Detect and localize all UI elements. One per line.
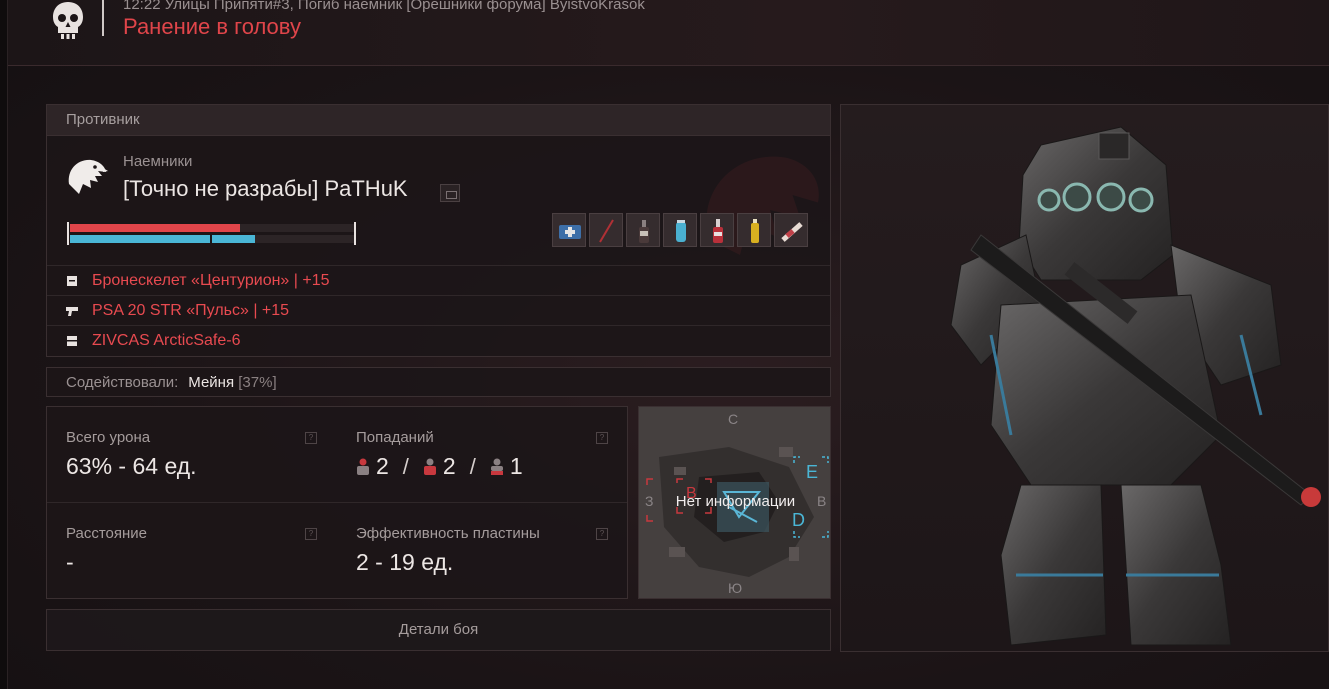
map-zone-e-label: E — [806, 462, 819, 482]
head-hits-count: 2 — [376, 453, 389, 479]
equipment-row-container[interactable]: ZIVCAS ArcticSafe-6 — [47, 325, 830, 355]
consumables-row — [552, 213, 808, 247]
spray-can-icon[interactable] — [663, 213, 697, 247]
map-zone-d-label: D — [792, 510, 805, 530]
copy-icon[interactable] — [440, 184, 460, 202]
syringe-icon[interactable] — [774, 213, 808, 247]
red-bottle-icon[interactable] — [700, 213, 734, 247]
pistol-icon — [66, 306, 78, 316]
plate-efficiency-value: 2 - 19 ед. — [356, 549, 454, 575]
character-preview[interactable] — [840, 104, 1329, 652]
assist-player-name[interactable]: Мейня — [188, 374, 234, 391]
map-south-label: Ю — [728, 580, 743, 596]
kill-header: 12:22 Улицы Припяти#3, Погиб наемник [Ор… — [8, 0, 1329, 66]
armor-bar — [70, 235, 354, 243]
kill-title: Ранение в голову — [123, 14, 301, 39]
equipment-row-armor[interactable]: Бронескелет «Центурион» | +15 — [47, 265, 830, 295]
minimap[interactable]: С Ю З В B E D Нет информации — [638, 406, 831, 599]
equipment-container-label: ZIVCAS ArcticSafe-6 — [92, 331, 241, 349]
total-damage-label: Всего урона — [66, 429, 151, 446]
armor-bar-fill — [70, 235, 255, 243]
enemy-faction: Наемники — [123, 153, 193, 170]
medkit-icon[interactable] — [552, 213, 586, 247]
stat-plate-efficiency: Эффективность пластины 2 - 19 ед. — [356, 525, 540, 576]
eagle-faction-icon — [68, 159, 108, 194]
head-hit-icon — [357, 458, 369, 475]
hits-values: 2 / 2 / 1 — [356, 453, 523, 480]
distance-value: - — [66, 549, 74, 575]
bar-left-tick — [67, 222, 69, 245]
container-icon — [67, 335, 77, 346]
left-edge — [0, 0, 8, 689]
bottle-dark-icon[interactable] — [626, 213, 660, 247]
hits-separator: / — [469, 453, 476, 479]
plate-efficiency-label: Эффективность пластины — [356, 525, 540, 542]
faction-watermark-icon — [706, 156, 819, 255]
help-icon[interactable]: ? — [305, 528, 317, 540]
help-icon[interactable]: ? — [305, 432, 317, 444]
help-icon[interactable]: ? — [596, 432, 608, 444]
hits-separator: / — [402, 453, 409, 479]
stats-panel: Всего урона 63% - 64 ед. ? Попаданий 2 /… — [46, 406, 628, 599]
assist-percent: [37%] — [238, 374, 277, 391]
battle-details-button[interactable]: Детали боя — [46, 609, 831, 651]
map-no-info: Нет информации — [675, 493, 796, 510]
health-bar — [70, 224, 354, 232]
kill-subtitle: 12:22 Улицы Припяти#3, Погиб наемник [Ор… — [123, 0, 645, 13]
map-north-label: С — [728, 411, 739, 427]
assist-label: Содействовали: — [66, 374, 179, 391]
distance-label: Расстояние — [66, 525, 148, 542]
armor-icon — [67, 275, 77, 286]
status-bars — [67, 222, 356, 245]
stats-divider — [47, 502, 627, 503]
header-divider — [102, 0, 104, 36]
stat-distance: Расстояние - — [66, 525, 147, 576]
equipment-armor-label: Бронескелет «Центурион» | +15 — [92, 271, 330, 289]
enemy-section-label: Противник — [47, 105, 830, 136]
stat-hits: Попаданий 2 / 2 / 1 — [356, 429, 523, 480]
body-hit-icon — [423, 458, 436, 475]
enemy-panel: Противник Наемники [Точно не разрабы] Pa… — [46, 104, 831, 357]
yellow-tube-icon[interactable] — [737, 213, 771, 247]
limb-hits-count: 1 — [509, 453, 523, 479]
body-hits-count: 2 — [442, 453, 456, 479]
armored-character-image — [950, 126, 1321, 646]
bar-right-tick — [354, 222, 356, 245]
enemy-name: [Точно не разрабы] PaTHuK — [123, 176, 408, 201]
equipment-weapon-label: PSA 20 STR «Пульс» | +15 — [92, 301, 290, 319]
limb-hit-icon — [490, 458, 503, 475]
stat-total-damage: Всего урона 63% - 64 ед. — [66, 429, 197, 480]
equipment-row-weapon[interactable]: PSA 20 STR «Пульс» | +15 — [47, 295, 830, 325]
assist-panel: Содействовали: Мейня [37%] — [46, 367, 831, 397]
help-icon[interactable]: ? — [596, 528, 608, 540]
skull-icon — [53, 2, 83, 39]
health-bar-fill — [70, 224, 241, 232]
knife-icon[interactable] — [589, 213, 623, 247]
hits-label: Попаданий — [356, 429, 434, 446]
total-damage-value: 63% - 64 ед. — [66, 453, 197, 479]
armor-bar-separator — [210, 235, 212, 243]
